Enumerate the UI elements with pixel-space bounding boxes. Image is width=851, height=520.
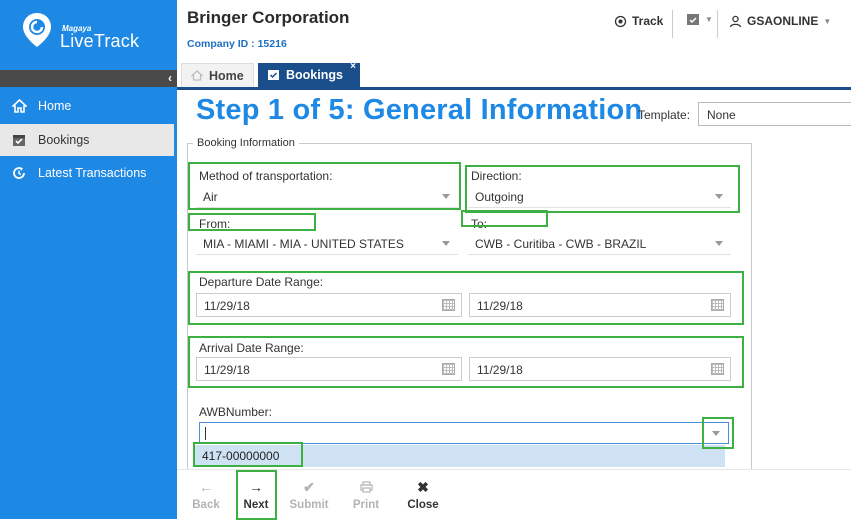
text-cursor: [205, 427, 206, 440]
location-pin-logo-icon: [23, 13, 51, 47]
calendar-icon[interactable]: [442, 363, 455, 375]
departure-to-date[interactable]: 11/29/18: [469, 293, 731, 317]
check-icon: ✔: [303, 478, 315, 495]
arrow-left-icon: ←: [199, 479, 213, 495]
calendar-icon[interactable]: [711, 299, 724, 311]
awb-suggestion-text: 417-00000000: [202, 449, 280, 463]
caret-down-icon: [715, 194, 723, 199]
to-select[interactable]: CWB - Curitiba - CWB - BRAZIL: [468, 233, 731, 255]
departure-label: Departure Date Range:: [199, 275, 324, 289]
sidebar-item-latest-transactions[interactable]: Latest Transactions: [0, 157, 177, 189]
awb-number-input[interactable]: [199, 422, 729, 444]
user-name: GSAONLINE: [747, 14, 819, 28]
direction-select[interactable]: Outgoing: [468, 186, 731, 208]
sidebar-item-label: Home: [38, 99, 72, 113]
arrow-right-icon: →: [249, 479, 263, 495]
sidebar-item-bookings[interactable]: Bookings: [0, 124, 177, 156]
company-id: Company ID : 15216: [187, 38, 287, 50]
user-menu[interactable]: GSAONLINE ▼: [729, 14, 831, 28]
caret-down-icon: [715, 241, 723, 246]
departure-to-value: 11/29/18: [477, 299, 523, 313]
user-icon: [729, 15, 742, 27]
track-label: Track: [632, 14, 664, 28]
arrival-from-value: 11/29/18: [204, 363, 250, 377]
logo: Magaya LiveTrack: [0, 0, 177, 70]
home-icon: [0, 99, 38, 113]
from-label: From:: [199, 217, 231, 231]
caret-down-icon: ▼: [705, 15, 713, 24]
submit-label: Submit: [289, 499, 329, 511]
printer-icon: [359, 479, 373, 495]
caret-down-icon[interactable]: [712, 431, 720, 436]
sidebar: Magaya LiveTrack ‹ Home Bookings Latest …: [0, 0, 177, 519]
departure-from-date[interactable]: 11/29/18: [196, 293, 462, 317]
calendar-dropdown[interactable]: ▼: [686, 13, 713, 26]
awb-suggestion-option[interactable]: 417-00000000: [194, 445, 725, 467]
arrival-to-date[interactable]: 11/29/18: [469, 357, 731, 381]
back-label: Back: [192, 499, 220, 511]
direction-value: Outgoing: [475, 190, 524, 204]
chevron-left-icon[interactable]: ‹: [168, 71, 172, 85]
from-select[interactable]: MIA - MIAMI - MIA - UNITED STATES: [196, 233, 458, 255]
arrival-label: Arrival Date Range:: [199, 341, 304, 355]
tab-label: Bookings: [286, 68, 343, 82]
template-select[interactable]: None: [698, 102, 851, 126]
brand-big: LiveTrack: [60, 31, 140, 51]
print-label: Print: [352, 499, 380, 511]
method-label: Method of transportation:: [199, 169, 333, 183]
departure-from-value: 11/29/18: [204, 299, 250, 313]
header-divider: [672, 10, 673, 38]
method-select[interactable]: Air: [196, 186, 458, 208]
awb-label: AWBNumber:: [199, 405, 272, 419]
target-icon: [614, 15, 627, 27]
calendar-check-icon: [268, 70, 279, 80]
to-label: To:: [471, 217, 488, 231]
refresh-clock-icon: [0, 166, 38, 180]
close-tab-icon[interactable]: ×: [350, 61, 356, 72]
sidebar-item-label: Bookings: [38, 133, 90, 147]
sidebar-collapse-bar[interactable]: ‹: [0, 70, 177, 87]
from-value: MIA - MIAMI - MIA - UNITED STATES: [203, 237, 404, 251]
wizard-toolbar: ← Back → Next ✔ Submit Print ✖ Close: [177, 469, 851, 520]
sidebar-item-label: Latest Transactions: [38, 166, 147, 180]
caret-down-icon: ▼: [823, 16, 832, 26]
calendar-icon[interactable]: [711, 363, 724, 375]
print-button[interactable]: Print: [348, 470, 384, 520]
close-icon: ✖: [417, 478, 429, 495]
arrival-from-date[interactable]: 11/29/18: [196, 357, 462, 381]
main-content: Step 1 of 5: General Information Templat…: [177, 90, 851, 519]
tab-bar: Home Bookings ×: [177, 60, 851, 87]
header: Bringer Corporation Company ID : 15216 T…: [177, 0, 851, 60]
to-value: CWB - Curitiba - CWB - BRAZIL: [475, 237, 647, 251]
caret-down-icon: [442, 241, 450, 246]
booking-info-legend: Booking Information: [193, 137, 299, 149]
tab-label: Home: [209, 68, 244, 83]
submit-button[interactable]: ✔ Submit: [287, 470, 331, 520]
direction-label: Direction:: [471, 169, 522, 183]
calendar-icon[interactable]: [442, 299, 455, 311]
next-label: Next: [243, 499, 269, 511]
arrival-to-value: 11/29/18: [477, 363, 523, 377]
home-icon: [191, 70, 203, 81]
track-button[interactable]: Track: [614, 14, 663, 28]
template-label: Template:: [638, 108, 691, 122]
next-button[interactable]: → Next: [236, 470, 276, 520]
back-button[interactable]: ← Back: [191, 470, 221, 520]
caret-down-icon: [442, 194, 450, 199]
method-value: Air: [203, 190, 218, 204]
page-title: Step 1 of 5: General Information: [196, 94, 643, 126]
close-label: Close: [407, 499, 439, 511]
tab-bookings[interactable]: Bookings ×: [258, 61, 360, 87]
company-name: Bringer Corporation: [187, 8, 350, 27]
tab-home[interactable]: Home: [181, 63, 254, 87]
sidebar-item-home[interactable]: Home: [0, 90, 177, 122]
header-divider: [717, 10, 718, 38]
calendar-check-icon: [687, 14, 699, 25]
close-button[interactable]: ✖ Close: [404, 470, 442, 520]
calendar-check-icon: [0, 133, 38, 147]
